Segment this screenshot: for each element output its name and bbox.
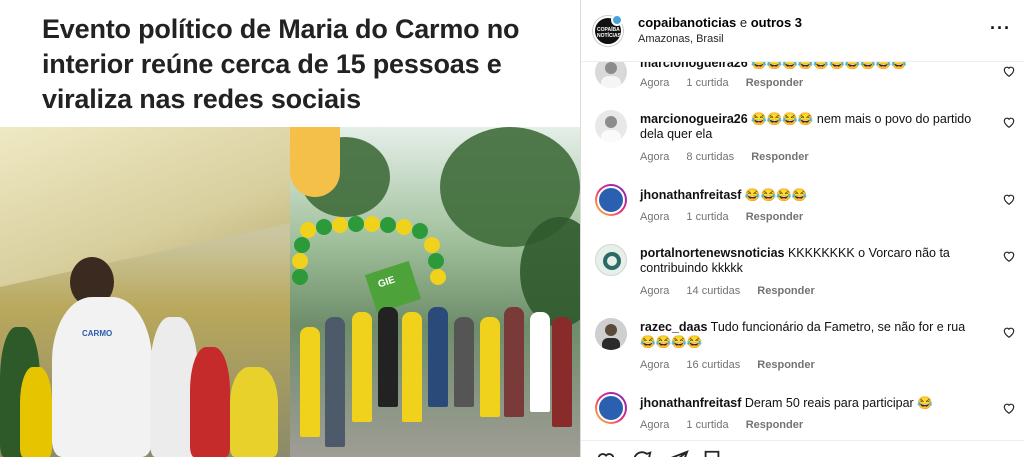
comment-time: Agora: [640, 419, 670, 431]
post-action-bar: [581, 440, 1024, 457]
post-location[interactable]: Amazonas, Brasil: [638, 33, 724, 45]
reply-button[interactable]: Responder: [746, 419, 803, 431]
commenter-avatar[interactable]: [595, 62, 627, 88]
comment-icon[interactable]: [631, 449, 653, 457]
reply-button[interactable]: Responder: [746, 77, 803, 89]
reply-button[interactable]: Responder: [746, 211, 803, 223]
post-photo: CARMO GIE: [0, 127, 580, 457]
photo-left-scene: CARMO: [0, 127, 290, 457]
comment-likes[interactable]: 1 curtida: [686, 211, 728, 223]
comment-time: Agora: [640, 359, 670, 371]
heart-icon[interactable]: [1002, 64, 1016, 78]
author-conj: e: [739, 15, 748, 30]
heart-icon[interactable]: [1002, 401, 1016, 415]
post-header: COPAÍBA NOTÍCIAS copaibanoticias e outro…: [581, 0, 1024, 62]
comments-panel: COPAÍBA NOTÍCIAS copaibanoticias e outro…: [580, 0, 1024, 457]
comment-username[interactable]: marcionogueira26: [640, 62, 748, 70]
comments-list[interactable]: marcionogueira26 😂😂😂😂😂😂😂😂😂😂 Agora 1 curt…: [581, 62, 1024, 440]
commenter-avatar[interactable]: [595, 392, 627, 424]
commenter-avatar[interactable]: [595, 184, 627, 216]
comment-likes[interactable]: 16 curtidas: [686, 359, 740, 371]
heart-icon[interactable]: [1002, 192, 1016, 206]
post-media[interactable]: Evento político de Maria do Carmo no int…: [0, 0, 580, 457]
comment-time: Agora: [640, 211, 670, 223]
comment-time: Agora: [640, 285, 670, 297]
heart-icon[interactable]: [1002, 115, 1016, 129]
share-icon[interactable]: [667, 449, 689, 457]
co-authors-link[interactable]: outros 3: [751, 15, 802, 30]
reply-button[interactable]: Responder: [757, 359, 814, 371]
comment-username[interactable]: marcionogueira26: [640, 112, 748, 126]
bookmark-icon[interactable]: [701, 449, 723, 457]
news-headline: Evento político de Maria do Carmo no int…: [42, 14, 520, 114]
reply-button[interactable]: Responder: [757, 285, 814, 297]
author-line: copaibanoticias e outros 3: [638, 15, 802, 30]
heart-icon[interactable]: [595, 449, 617, 457]
comment-text: 😂😂😂😂😂😂😂😂😂😂: [751, 62, 907, 70]
comment-username[interactable]: jhonathanfreitasf: [640, 396, 741, 410]
commenter-avatar[interactable]: [595, 244, 627, 276]
comment-username[interactable]: portalnortenewsnoticias: [640, 246, 784, 260]
comment-text: 😂😂😂😂: [744, 188, 808, 202]
photo-right-scene: GIE: [290, 127, 580, 457]
comment-username[interactable]: razec_daas: [640, 320, 707, 334]
commenter-avatar[interactable]: [595, 318, 627, 350]
author-username[interactable]: copaibanoticias: [638, 15, 736, 30]
reply-button[interactable]: Responder: [751, 151, 808, 163]
comment-username[interactable]: jhonathanfreitasf: [640, 188, 741, 202]
more-options-button[interactable]: ···: [990, 18, 1011, 39]
commenter-avatar[interactable]: [595, 110, 627, 142]
comment-text: Deram 50 reais para participar 😂: [744, 396, 933, 410]
comment-likes[interactable]: 1 curtida: [686, 77, 728, 89]
comment-time: Agora: [640, 77, 670, 89]
comment-likes[interactable]: 8 curtidas: [686, 151, 734, 163]
comment-time: Agora: [640, 151, 670, 163]
comment-likes[interactable]: 14 curtidas: [686, 285, 740, 297]
shirt-text: CARMO: [82, 329, 113, 338]
collab-badge-icon: [611, 14, 623, 26]
heart-icon[interactable]: [1002, 249, 1016, 263]
heart-icon[interactable]: [1002, 325, 1016, 339]
comment-likes[interactable]: 1 curtida: [686, 419, 728, 431]
